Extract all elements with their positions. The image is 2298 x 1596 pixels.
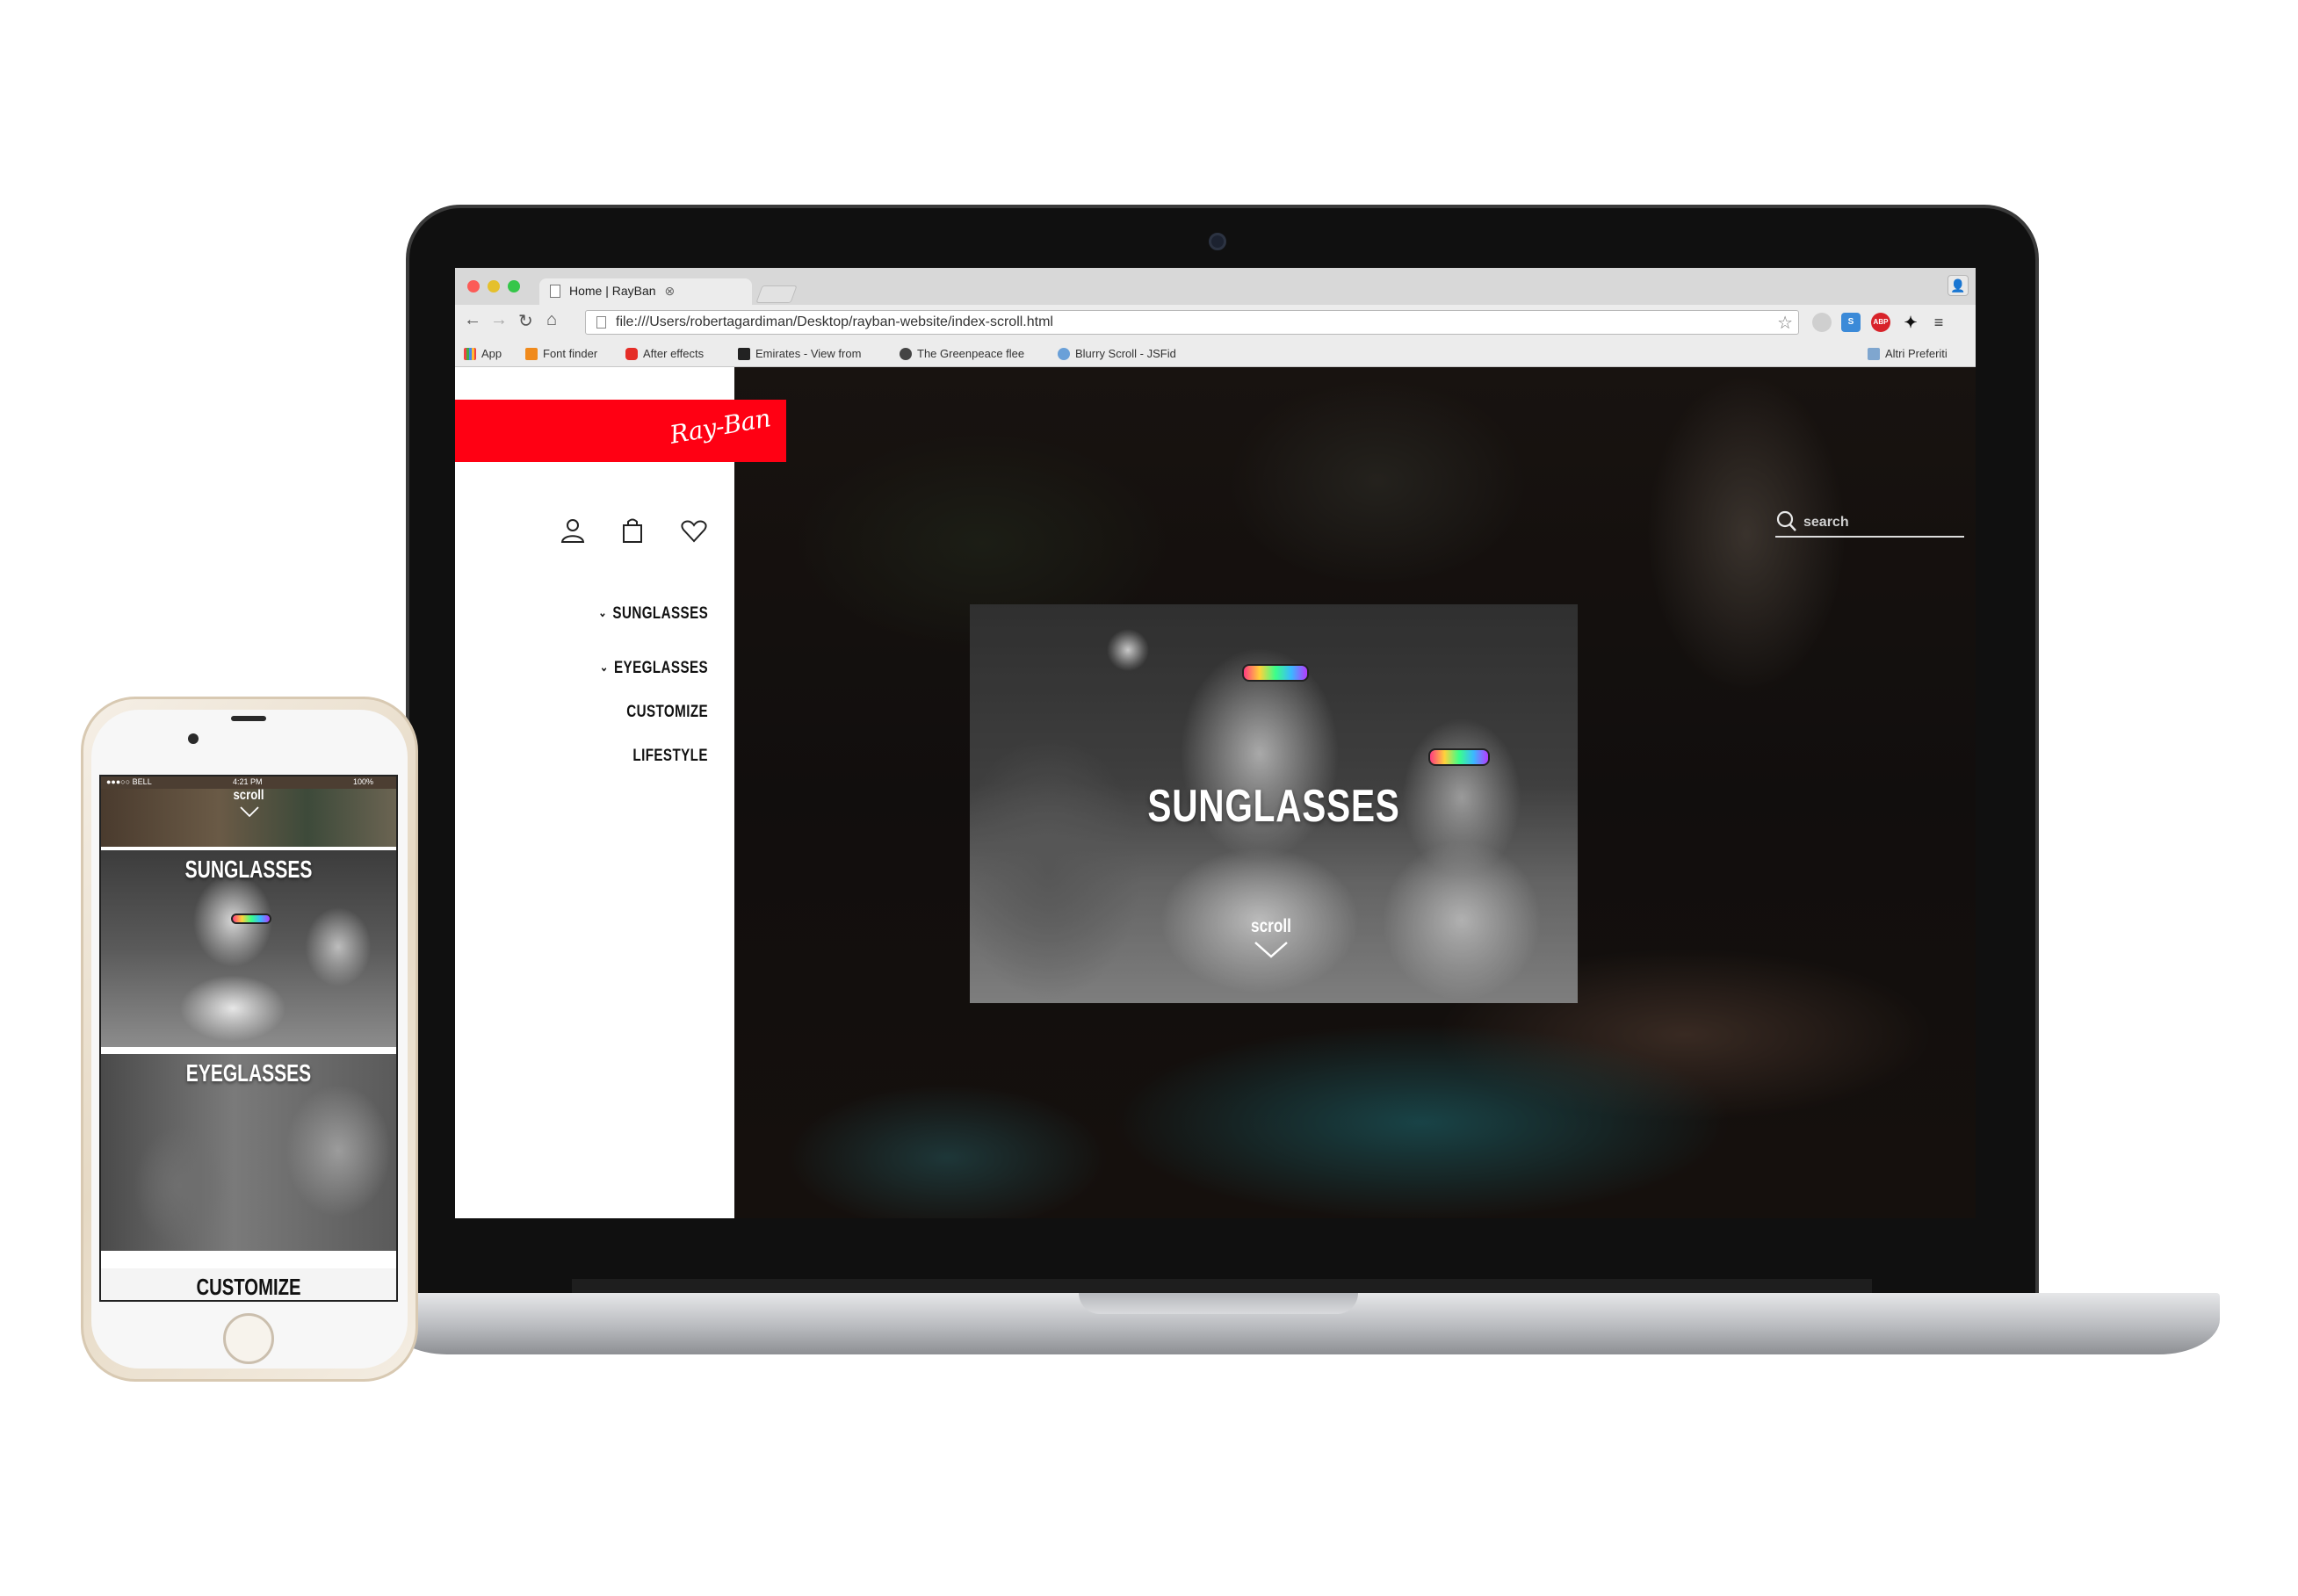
nav-lifestyle[interactable]: LIFESTYLE: [632, 747, 708, 766]
url-text: file:///Users/robertagardiman/Desktop/ra…: [616, 314, 1053, 329]
jsfiddle-icon: [1058, 348, 1070, 360]
battery-label: 100%: [352, 777, 373, 786]
folder-icon: [1868, 348, 1880, 360]
search-box: [1775, 509, 1964, 538]
back-icon[interactable]: ←: [464, 310, 481, 330]
search-icon[interactable]: [1775, 509, 1798, 534]
tab-bar: Home | RayBan ⊗ 👤: [455, 268, 1976, 305]
mockup-stage: Home | RayBan ⊗ 👤 ← → ↻ ⌂ file:///Users/…: [0, 0, 2298, 1596]
mobile-scroll-label[interactable]: scroll: [127, 788, 370, 804]
mobile-card-sunglasses[interactable]: SUNGLASSES: [101, 850, 396, 1047]
navigation-bar: ← → ↻ ⌂ file:///Users/robertagardiman/De…: [455, 305, 1976, 340]
photo-icon: [738, 348, 750, 360]
shopping-bag-icon[interactable]: [618, 516, 647, 545]
bookmark-item[interactable]: Font finder: [525, 347, 597, 360]
bookmark-item[interactable]: Blurry Scroll - JSFid: [1058, 347, 1176, 360]
bookmark-star-icon[interactable]: ☆: [1777, 312, 1793, 334]
nav-eyeglasses[interactable]: ⌄ EYEGLASSES: [600, 659, 708, 678]
hero-title: SUNGLASSES: [1147, 781, 1400, 832]
status-time: 4:21 PM: [233, 777, 263, 786]
close-tab-icon[interactable]: ⊗: [664, 284, 675, 298]
document-icon: [596, 316, 606, 329]
profile-icon[interactable]: 👤: [1948, 275, 1969, 296]
phone-front-camera: [188, 733, 199, 744]
rayban-logo[interactable]: Ray-Ban: [455, 400, 786, 462]
maximize-window-button[interactable]: [508, 280, 520, 292]
forward-icon[interactable]: →: [490, 310, 508, 330]
scroll-label[interactable]: scroll: [1232, 916, 1311, 937]
brand-logo-text: Ray-Ban: [667, 403, 772, 450]
phone-speaker: [231, 716, 266, 721]
laptop-screen: Home | RayBan ⊗ 👤 ← → ↻ ⌂ file:///Users/…: [455, 268, 1976, 1218]
mobile-card-title: EYEGLASSES: [185, 1059, 312, 1087]
mobile-customize-label: CUSTOMIZE: [196, 1274, 301, 1300]
mobile-card-eyeglasses[interactable]: EYEGLASSES: [101, 1054, 396, 1251]
search-input[interactable]: [1803, 511, 1962, 534]
browser-tab[interactable]: Home | RayBan ⊗: [539, 278, 752, 305]
browser-chrome: Home | RayBan ⊗ 👤 ← → ↻ ⌂ file:///Users/…: [455, 268, 1976, 367]
adblock-plus-icon[interactable]: ABP: [1871, 313, 1890, 332]
ninja-extension-icon[interactable]: ✦: [1901, 313, 1920, 332]
close-window-button[interactable]: [467, 280, 480, 292]
heart-icon[interactable]: [680, 516, 708, 545]
tab-title: Home | RayBan: [569, 284, 656, 298]
web-page: ⌄ SUNGLASSES ⌄ EYEGLASSES CUSTOMIZE LIFEST…: [455, 367, 1976, 1218]
sunglasses-highlight: [1242, 664, 1309, 682]
nav-customize[interactable]: CUSTOMIZE: [626, 703, 708, 722]
mobile-customize-bar[interactable]: CUSTOMIZE: [101, 1268, 396, 1300]
nav-sunglasses[interactable]: ⌄ SUNGLASSES: [598, 604, 708, 624]
mobile-scroll-chevron-icon[interactable]: [240, 806, 259, 817]
mobile-card-title: SUNGLASSES: [184, 856, 313, 883]
phone-screen: ●●●○○ BELL 4:21 PM 100% scroll SUNGLASSE…: [99, 775, 398, 1302]
apps-grid-icon: [464, 348, 476, 360]
reload-icon[interactable]: ↻: [518, 310, 533, 332]
other-bookmarks-folder[interactable]: Altri Preferiti: [1868, 347, 1948, 360]
sidebar: ⌄ SUNGLASSES ⌄ EYEGLASSES CUSTOMIZE LIFEST…: [455, 367, 734, 1218]
home-icon[interactable]: ⌂: [546, 310, 557, 330]
chevron-down-icon: ⌄: [599, 660, 609, 674]
document-icon: [550, 285, 560, 298]
webcam: [1209, 233, 1226, 250]
phone-home-button[interactable]: [223, 1313, 274, 1364]
bookmark-item[interactable]: After effects: [625, 347, 704, 360]
sunglasses-highlight: [1428, 748, 1490, 766]
sunglasses-highlight: [231, 914, 271, 924]
bookmark-item[interactable]: Emirates - View from: [738, 347, 861, 360]
bookmark-item[interactable]: App: [464, 347, 502, 360]
bookmark-item[interactable]: The Greenpeace flee: [900, 347, 1024, 360]
scroll-down-chevron-icon[interactable]: [1254, 940, 1289, 959]
mobile-status-bar: ●●●○○ BELL 4:21 PM 100%: [101, 776, 396, 789]
font-finder-icon: [525, 348, 538, 360]
new-tab-button[interactable]: [755, 285, 798, 303]
mobile-hero: ●●●○○ BELL 4:21 PM 100% scroll: [101, 776, 396, 847]
minimize-window-button[interactable]: [488, 280, 500, 292]
bookmarks-bar: App Font finder After effects Emirates -…: [455, 340, 1976, 367]
s-extension-icon[interactable]: S: [1841, 313, 1861, 332]
laptop-notch: [1079, 1293, 1358, 1314]
greenpeace-icon: [900, 348, 912, 360]
menu-icon[interactable]: ≡: [1929, 313, 1948, 332]
address-bar[interactable]: file:///Users/robertagardiman/Desktop/ra…: [585, 310, 1799, 335]
chevron-down-icon: ⌄: [598, 605, 607, 619]
circle-extension-icon[interactable]: [1812, 313, 1832, 332]
carrier-label: ●●●○○ BELL: [106, 777, 152, 786]
youtube-icon: [625, 348, 638, 360]
user-icon[interactable]: [559, 516, 587, 545]
